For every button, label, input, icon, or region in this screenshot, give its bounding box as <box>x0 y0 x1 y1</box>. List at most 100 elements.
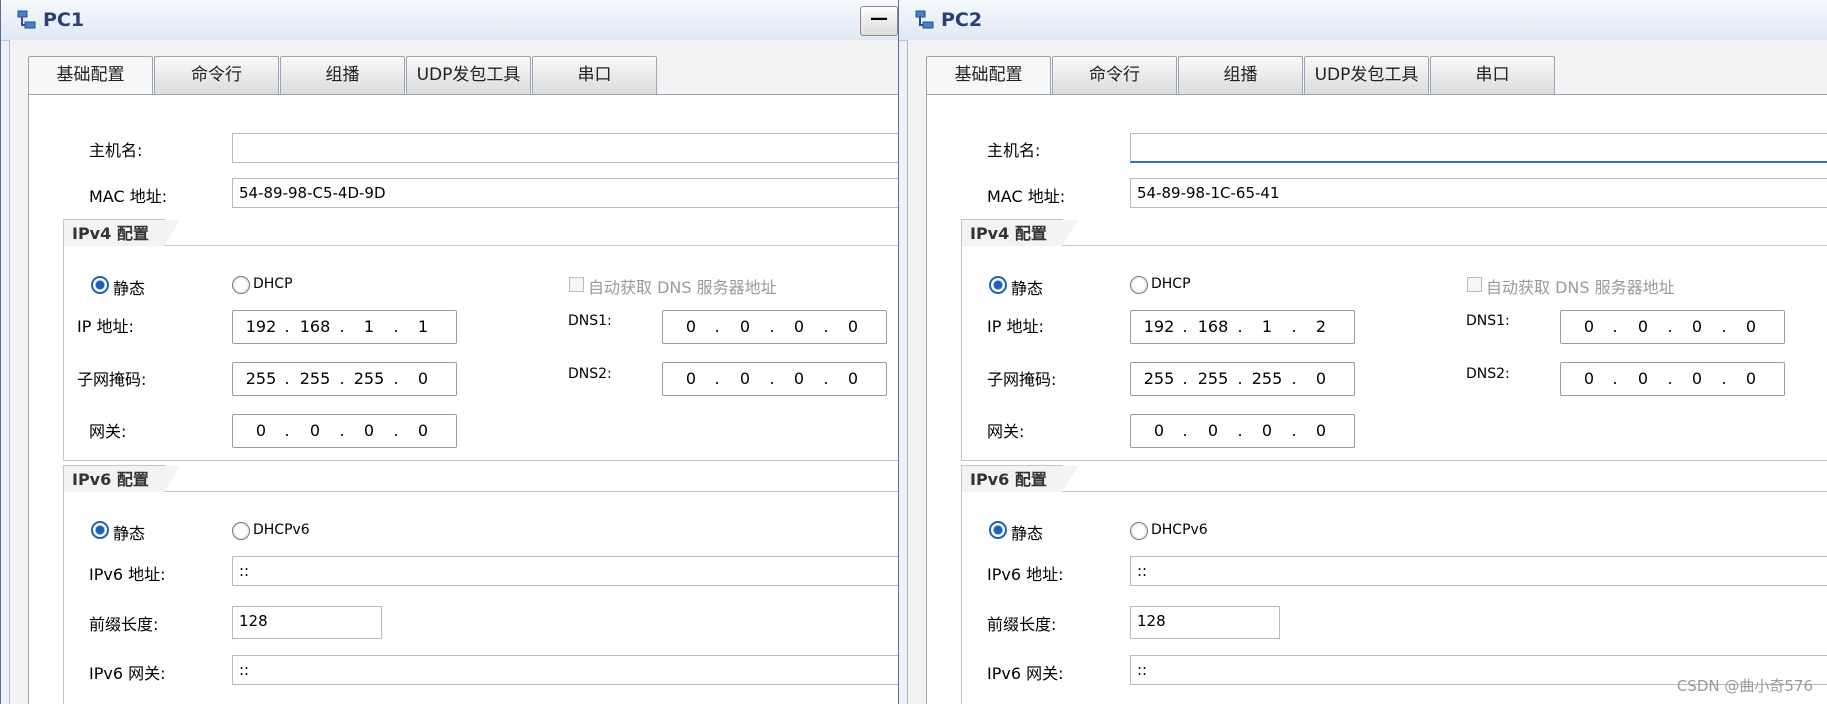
ip-address-field[interactable]: 192. 168. 1. 1 <box>232 310 457 344</box>
dns1-octet-4: 0 <box>1745 317 1757 336</box>
dot-separator: . <box>1182 317 1188 336</box>
tab-serial[interactable]: 串口 <box>532 56 657 94</box>
ip-octet-2: 168 <box>1197 317 1229 336</box>
mac-field[interactable]: 54-89-98-C5-4D-9D <box>232 178 898 208</box>
ipv6-dhcp-radio[interactable] <box>232 522 250 540</box>
mask-octet-2: 255 <box>299 369 331 388</box>
auto-dns-checkbox[interactable] <box>1467 277 1482 292</box>
dns2-octet-4: 0 <box>1745 369 1757 388</box>
dot-separator: . <box>1291 317 1297 336</box>
mac-field[interactable]: 54-89-98-1C-65-41 <box>1130 178 1827 208</box>
prefix-length-field[interactable]: 128 <box>232 606 382 639</box>
dns2-octet-2: 0 <box>1637 369 1649 388</box>
hostname-field[interactable] <box>232 133 898 163</box>
dns2-label: DNS2: <box>568 366 612 382</box>
basic-config-content: 主机名: MAC 地址: 54-89-98-C5-4D-9D IPv4 配置 静… <box>28 94 898 704</box>
ipv4-dhcp-label: DHCP <box>253 276 293 292</box>
gateway-label: 网关: <box>89 422 127 441</box>
ipv6-dhcp-label: DHCPv6 <box>1151 522 1208 538</box>
minimize-button[interactable]: — <box>860 6 898 36</box>
prefix-length-field[interactable]: 128 <box>1130 606 1280 639</box>
window-title: PC1 <box>43 9 85 31</box>
dot-separator: . <box>393 317 399 336</box>
mask-label: 子网掩码: <box>987 370 1057 389</box>
ip-octet-4: 2 <box>1315 317 1327 336</box>
tab-basic-config[interactable]: 基础配置 <box>28 56 153 95</box>
ipv6-group-title: IPv6 配置 <box>961 465 1078 492</box>
dns1-octet-4: 0 <box>847 317 859 336</box>
titlebar-pc1[interactable]: PC1 — <box>1 0 898 41</box>
gw-octet-4: 0 <box>1315 421 1327 440</box>
ipv4-static-radio[interactable] <box>989 276 1007 294</box>
mask-octet-2: 255 <box>1197 369 1229 388</box>
dns1-field[interactable]: 0. 0. 0. 0 <box>1560 310 1785 344</box>
ipv6-static-radio[interactable] <box>989 521 1007 539</box>
dns1-octet-1: 0 <box>685 317 697 336</box>
tab-udp-tool[interactable]: UDP发包工具 <box>406 56 531 94</box>
dot-separator: . <box>823 317 829 336</box>
ip-octet-3: 1 <box>1261 317 1273 336</box>
ipv6-gateway-label: IPv6 网关: <box>89 664 166 683</box>
auto-dns-checkbox[interactable] <box>569 277 584 292</box>
dns2-field[interactable]: 0. 0. 0. 0 <box>1560 362 1785 396</box>
config-panel: 基础配置 命令行 组播 UDP发包工具 串口 主机名: MAC 地址: 54-8… <box>9 40 898 704</box>
auto-dns-label: 自动获取 DNS 服务器地址 <box>1486 278 1675 297</box>
ipv6-dhcp-radio[interactable] <box>1130 522 1148 540</box>
tab-udp-tool[interactable]: UDP发包工具 <box>1304 56 1429 94</box>
dot-separator: . <box>339 317 345 336</box>
gateway-field[interactable]: 0. 0. 0. 0 <box>232 414 457 448</box>
gw-octet-1: 0 <box>255 421 267 440</box>
dns1-octet-3: 0 <box>793 317 805 336</box>
subnet-mask-field[interactable]: 255. 255. 255. 0 <box>232 362 457 396</box>
gateway-field[interactable]: 0. 0. 0. 0 <box>1130 414 1355 448</box>
gateway-label: 网关: <box>987 422 1025 441</box>
ipv6-addr-field[interactable]: :: <box>232 556 898 586</box>
dot-separator: . <box>714 317 720 336</box>
dns2-octet-3: 0 <box>1691 369 1703 388</box>
tab-basic-config[interactable]: 基础配置 <box>926 56 1051 95</box>
dot-separator: . <box>1721 369 1727 388</box>
ipv4-static-radio[interactable] <box>91 276 109 294</box>
dns1-label: DNS1: <box>568 313 612 329</box>
tab-command-line[interactable]: 命令行 <box>154 56 279 94</box>
ipv6-static-radio[interactable] <box>91 521 109 539</box>
window-pc1: PC1 — 基础配置 命令行 组播 UDP发包工具 串口 主机名: MAC 地址… <box>0 0 899 704</box>
dot-separator: . <box>1237 421 1243 440</box>
tab-multicast[interactable]: 组播 <box>1178 56 1303 94</box>
dns1-field[interactable]: 0. 0. 0. 0 <box>662 310 887 344</box>
hostname-field[interactable] <box>1130 133 1827 163</box>
gw-octet-3: 0 <box>363 421 375 440</box>
dot-separator: . <box>1182 421 1188 440</box>
dns2-label: DNS2: <box>1466 366 1510 382</box>
ipv6-addr-label: IPv6 地址: <box>89 565 166 584</box>
dns2-octet-1: 0 <box>685 369 697 388</box>
tab-multicast[interactable]: 组播 <box>280 56 405 94</box>
dot-separator: . <box>339 421 345 440</box>
titlebar-pc2[interactable]: PC2 <box>899 0 1827 41</box>
gw-octet-1: 0 <box>1153 421 1165 440</box>
mac-label: MAC 地址: <box>89 187 168 206</box>
tab-command-line[interactable]: 命令行 <box>1052 56 1177 94</box>
network-pc-icon <box>915 10 934 29</box>
ipv6-gateway-field[interactable]: :: <box>232 655 898 685</box>
tab-serial[interactable]: 串口 <box>1430 56 1555 94</box>
dns2-field[interactable]: 0. 0. 0. 0 <box>662 362 887 396</box>
ipv4-static-label: 静态 <box>113 279 146 298</box>
mask-octet-3: 255 <box>353 369 385 388</box>
network-pc-icon <box>17 10 36 29</box>
ipv4-dhcp-radio[interactable] <box>232 276 250 294</box>
dot-separator: . <box>769 369 775 388</box>
ip-address-field[interactable]: 192. 168. 1. 2 <box>1130 310 1355 344</box>
dot-separator: . <box>1612 369 1618 388</box>
dns2-octet-3: 0 <box>793 369 805 388</box>
dot-separator: . <box>284 369 290 388</box>
mask-octet-1: 255 <box>1143 369 1175 388</box>
dot-separator: . <box>1721 317 1727 336</box>
subnet-mask-field[interactable]: 255. 255. 255. 0 <box>1130 362 1355 396</box>
mask-octet-4: 0 <box>417 369 429 388</box>
ipv6-addr-field[interactable]: :: <box>1130 556 1827 586</box>
ip-label: IP 地址: <box>987 317 1044 336</box>
window-title: PC2 <box>941 9 983 31</box>
ipv4-dhcp-radio[interactable] <box>1130 276 1148 294</box>
gw-octet-2: 0 <box>309 421 321 440</box>
